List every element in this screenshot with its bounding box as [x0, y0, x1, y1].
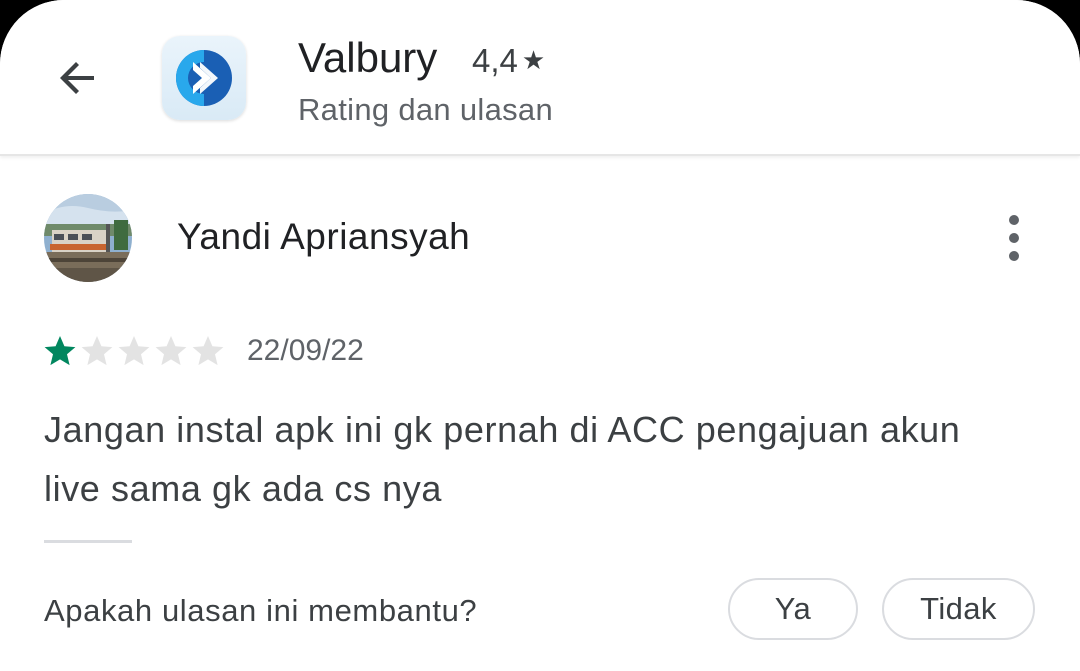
avatar	[44, 194, 132, 282]
app-rating: 4,4 ★	[472, 42, 545, 80]
app-header: Valbury 4,4 ★ Rating dan ulasan	[0, 0, 1080, 156]
helpful-no-button[interactable]: Tidak	[882, 578, 1035, 640]
helpful-question: Apakah ulasan ini membantu?	[44, 593, 478, 628]
more-vert-icon-dot	[1009, 251, 1019, 261]
app-title: Valbury	[298, 34, 438, 81]
back-button[interactable]	[40, 40, 116, 116]
star-icon: ★	[521, 45, 546, 75]
helpful-yes-button[interactable]: Ya	[728, 578, 858, 640]
arrow-back-icon	[60, 62, 94, 94]
review-text: Jangan instal apk ini gk pernah di ACC p…	[44, 409, 961, 509]
star-empty-icon	[192, 336, 224, 366]
star-empty-icon	[81, 336, 113, 366]
review-date: 22/09/22	[247, 334, 364, 367]
more-vert-icon-dot	[1009, 233, 1019, 243]
star-filled-icon	[44, 336, 76, 366]
more-options-button[interactable]	[990, 212, 1038, 264]
app-rating-value: 4,4	[472, 42, 518, 79]
divider	[44, 540, 132, 543]
valbury-logo-icon	[162, 36, 246, 120]
reviewer-name: Yandi Apriansyah	[177, 216, 471, 257]
star-empty-icon	[118, 336, 150, 366]
review-star-rating	[42, 333, 227, 369]
page-subtitle: Rating dan ulasan	[298, 92, 554, 127]
screen: Valbury 4,4 ★ Rating dan ulasan Yandi Apr…	[0, 0, 1080, 671]
more-vert-icon	[1009, 215, 1019, 225]
star-empty-icon	[155, 336, 187, 366]
